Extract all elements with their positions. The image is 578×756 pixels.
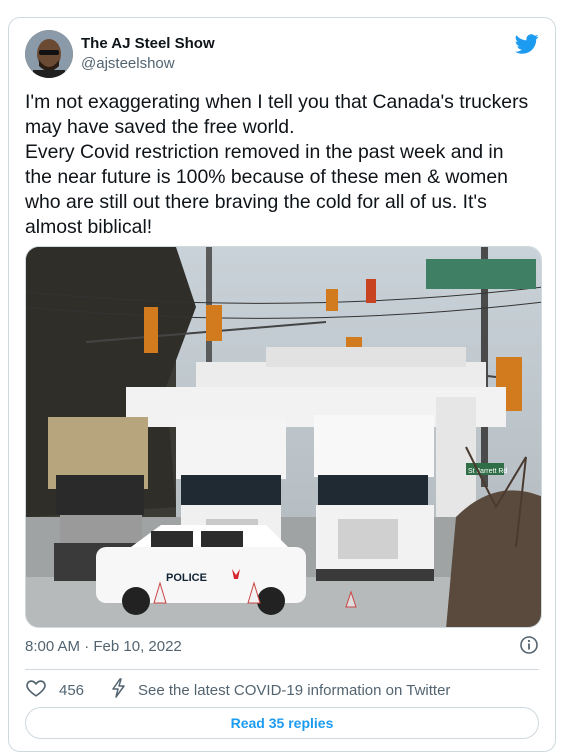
read-replies-button[interactable]: Read 35 replies	[25, 707, 539, 739]
tweet-photo[interactable]: St Jarrett Rd POLICE	[25, 246, 542, 628]
covid-info-text[interactable]: See the latest COVID-19 information on T…	[138, 682, 450, 699]
tweet-text-line-2: Every Covid restriction removed in the p…	[25, 141, 508, 238]
police-car-text: POLICE	[166, 572, 207, 584]
info-icon[interactable]	[519, 635, 539, 655]
street-sign-text: St Jarrett Rd	[468, 468, 507, 475]
like-count: 456	[59, 681, 85, 699]
tweet-actions: 456 See the latest COVID-19 information …	[25, 678, 450, 702]
author-info[interactable]: The AJ Steel Show @ajsteelshow	[81, 34, 215, 74]
author-handle[interactable]: @ajsteelshow	[81, 54, 215, 74]
tweet-card[interactable]: The AJ Steel Show @ajsteelshow I'm not e…	[8, 17, 556, 752]
author-avatar[interactable]	[25, 30, 73, 78]
twitter-bird-icon[interactable]	[514, 32, 539, 56]
tweet-text-line-1: I'm not exaggerating when I tell you tha…	[25, 91, 529, 138]
tweet-text: I'm not exaggerating when I tell you tha…	[25, 90, 535, 240]
lightning-icon	[110, 678, 128, 702]
author-name[interactable]: The AJ Steel Show	[81, 34, 215, 54]
covid-info-link[interactable]: See the latest COVID-19 information on T…	[110, 678, 450, 702]
heart-icon[interactable]	[25, 677, 47, 703]
like-button[interactable]: 456	[25, 677, 84, 703]
divider	[25, 669, 539, 670]
tweet-timestamp[interactable]: 8:00 AM · Feb 10, 2022	[25, 638, 182, 655]
